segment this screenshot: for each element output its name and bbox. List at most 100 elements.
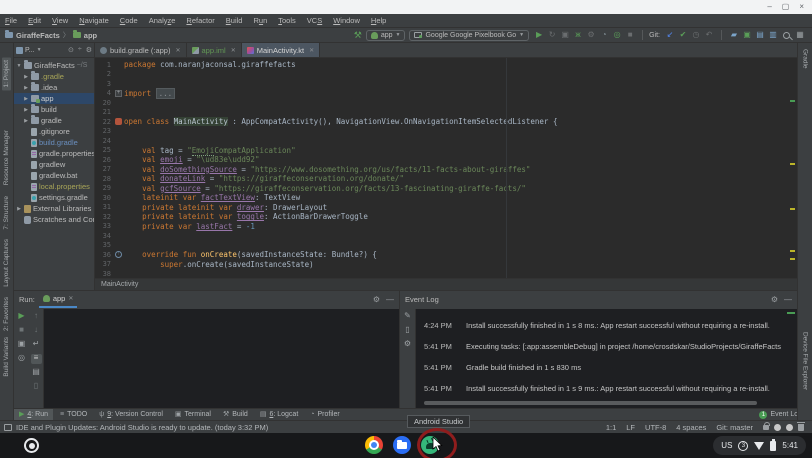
menu-item-window[interactable]: Window bbox=[333, 16, 360, 25]
run-console[interactable] bbox=[44, 309, 399, 408]
up-stack-trace-button[interactable]: ↑ bbox=[31, 312, 42, 322]
git-branch[interactable]: Git: master bbox=[716, 423, 753, 432]
editor-breadcrumb-item[interactable]: MainActivity bbox=[101, 281, 138, 288]
locate-file-button[interactable]: ⊙ bbox=[68, 46, 74, 54]
restore-button[interactable]: ▢ bbox=[782, 3, 790, 11]
minimize-button[interactable]: – bbox=[767, 3, 771, 11]
menu-item-run[interactable]: Run bbox=[253, 16, 267, 25]
menu-item-analyze[interactable]: Analyze bbox=[149, 16, 176, 25]
project-view-selector[interactable]: P... bbox=[25, 47, 35, 54]
horizontal-scrollbar[interactable] bbox=[424, 401, 757, 405]
file-encoding[interactable]: UTF-8 bbox=[645, 423, 666, 432]
line-ending[interactable]: LF bbox=[626, 423, 635, 432]
clear-console-button[interactable]: ▯ bbox=[31, 382, 42, 392]
expand-arrow-icon[interactable]: ▼ bbox=[16, 63, 22, 69]
breadcrumb-project[interactable]: GiraffeFacts bbox=[5, 31, 60, 40]
toolstrip-device-file-explorer[interactable]: Device File Explorer bbox=[802, 332, 809, 390]
fold-marker-icon[interactable]: + bbox=[115, 90, 122, 97]
files-app-icon[interactable] bbox=[393, 436, 411, 454]
expand-arrow-icon[interactable]: ▶ bbox=[23, 96, 29, 102]
customize-icon[interactable]: ✎ bbox=[402, 312, 413, 322]
git-update-button[interactable]: ↙ bbox=[664, 31, 676, 39]
menu-item-refactor[interactable]: Refactor bbox=[186, 16, 214, 25]
tree-item-gradlew[interactable]: gradlew bbox=[14, 159, 94, 170]
settings-wrench-icon[interactable]: ⚙ bbox=[402, 340, 413, 350]
toolwindow-version-control[interactable]: ψ9: Version Control bbox=[94, 409, 168, 421]
rerun-button[interactable]: ▶ bbox=[16, 312, 27, 322]
toolwindow-logcat[interactable]: ▤6: Logcat bbox=[255, 409, 303, 421]
hide-panel-icon[interactable]: — bbox=[386, 296, 394, 304]
scroll-to-end-button[interactable]: ≡ bbox=[31, 354, 42, 364]
build-hammer-icon[interactable]: ⚒ bbox=[354, 31, 362, 40]
tree-item-external-libraries[interactable]: ▶External Libraries bbox=[14, 203, 94, 214]
override-marker-icon[interactable]: ↑ bbox=[115, 251, 122, 258]
tree-item-gradle[interactable]: ▶gradle bbox=[14, 115, 94, 126]
close-icon[interactable]: ✕ bbox=[175, 47, 180, 54]
toolstrip-build-variants[interactable]: Build Variants bbox=[3, 337, 10, 377]
restore-layout-button[interactable]: ▣ bbox=[16, 340, 27, 350]
expand-arrow-icon[interactable]: ▶ bbox=[23, 85, 29, 91]
hide-panel-icon[interactable]: — bbox=[784, 296, 792, 304]
attach-debugger-button[interactable]: ⚙ bbox=[585, 31, 597, 39]
clear-all-icon[interactable]: ▯ bbox=[402, 326, 413, 336]
search-everywhere-icon[interactable] bbox=[783, 32, 790, 39]
system-tray[interactable]: US 3 5:41 bbox=[713, 436, 806, 455]
run-configuration-select[interactable]: app ▼ bbox=[366, 30, 406, 41]
memory-indicator-icon[interactable] bbox=[798, 424, 804, 431]
menu-item-code[interactable]: Code bbox=[120, 16, 138, 25]
tree-item-scratches-and-consoles[interactable]: Scratches and Consoles bbox=[14, 214, 94, 225]
menu-item-file[interactable]: File bbox=[5, 16, 17, 25]
stop-button[interactable]: ■ bbox=[624, 31, 636, 39]
tree-item-gradle-properties[interactable]: gradle.properties bbox=[14, 148, 94, 159]
profiler-gauge-button[interactable]: ◔ bbox=[598, 31, 610, 39]
toolwindow-profiler[interactable]: ◔Profiler bbox=[305, 409, 344, 421]
lock-icon[interactable] bbox=[763, 425, 769, 430]
project-structure-button[interactable]: ▰ bbox=[728, 31, 740, 39]
debug-button[interactable]: ж bbox=[572, 31, 584, 39]
profile-app-button[interactable]: ◎ bbox=[611, 31, 623, 39]
tree-item-settings-gradle[interactable]: settings.gradle bbox=[14, 192, 94, 203]
tree-item-local-properties[interactable]: local.properties bbox=[14, 181, 94, 192]
menu-item-edit[interactable]: Edit bbox=[28, 16, 41, 25]
toolstrip-layout-captures[interactable]: Layout Captures bbox=[3, 239, 10, 287]
close-icon[interactable]: ✕ bbox=[68, 295, 73, 302]
menu-item-build[interactable]: Build bbox=[226, 16, 243, 25]
apply-code-changes-button[interactable]: ▣ bbox=[559, 31, 571, 39]
notification-window-icon[interactable] bbox=[4, 424, 12, 431]
device-manager-button[interactable]: ▣ bbox=[741, 31, 753, 39]
close-icon[interactable]: ✕ bbox=[231, 47, 236, 54]
breadcrumb-module[interactable]: app bbox=[73, 31, 97, 40]
chrome-icon[interactable] bbox=[365, 436, 383, 454]
git-commit-button[interactable]: ✔ bbox=[677, 31, 689, 39]
menu-item-vcs[interactable]: VCS bbox=[307, 16, 322, 25]
code-editor[interactable]: 1package com.naranjaconsal.giraffefacts2… bbox=[95, 58, 797, 278]
git-rollback-button[interactable]: ↶ bbox=[703, 31, 715, 39]
menu-item-view[interactable]: View bbox=[52, 16, 68, 25]
launcher-button[interactable] bbox=[24, 438, 39, 453]
tree-item--idea[interactable]: ▶.idea bbox=[14, 82, 94, 93]
menu-item-help[interactable]: Help bbox=[371, 16, 386, 25]
toolstrip-resource-manager[interactable]: Resource Manager bbox=[3, 130, 10, 185]
close-button[interactable]: × bbox=[799, 3, 804, 11]
indent-setting[interactable]: 4 spaces bbox=[676, 423, 706, 432]
toolwindow-run[interactable]: ▶4: Run bbox=[14, 409, 53, 421]
down-stack-trace-button[interactable]: ↓ bbox=[31, 326, 42, 336]
tab-build-gradle[interactable]: build.gradle (:app)✕ bbox=[95, 43, 187, 57]
sdk-manager-button[interactable]: ▤ bbox=[754, 31, 766, 39]
tree-item--gitignore[interactable]: .gitignore bbox=[14, 126, 94, 137]
apply-changes-button[interactable]: ↻ bbox=[546, 31, 558, 39]
tree-item-build-gradle[interactable]: build.gradle bbox=[14, 137, 94, 148]
stop-button[interactable]: ■ bbox=[16, 326, 27, 336]
run-button[interactable]: ▶ bbox=[533, 31, 545, 39]
pin-tab-button[interactable]: ◎ bbox=[16, 354, 27, 364]
close-icon[interactable]: ✕ bbox=[309, 47, 314, 54]
tree-item-giraffefacts[interactable]: ▼GiraffeFacts ~/S bbox=[14, 60, 94, 71]
git-history-button[interactable]: ◷ bbox=[690, 31, 702, 39]
panel-settings-button[interactable]: ⚙ bbox=[86, 46, 92, 54]
expand-arrow-icon[interactable]: ▶ bbox=[16, 206, 22, 212]
tree-item--gradle[interactable]: ▶.gradle bbox=[14, 71, 94, 82]
tree-item-app[interactable]: ▶app bbox=[14, 93, 94, 104]
highlighting-level-icon[interactable] bbox=[774, 424, 781, 431]
tab-app-iml[interactable]: app.iml✕ bbox=[187, 43, 242, 57]
soft-wrap-button[interactable]: ↵ bbox=[31, 340, 42, 350]
